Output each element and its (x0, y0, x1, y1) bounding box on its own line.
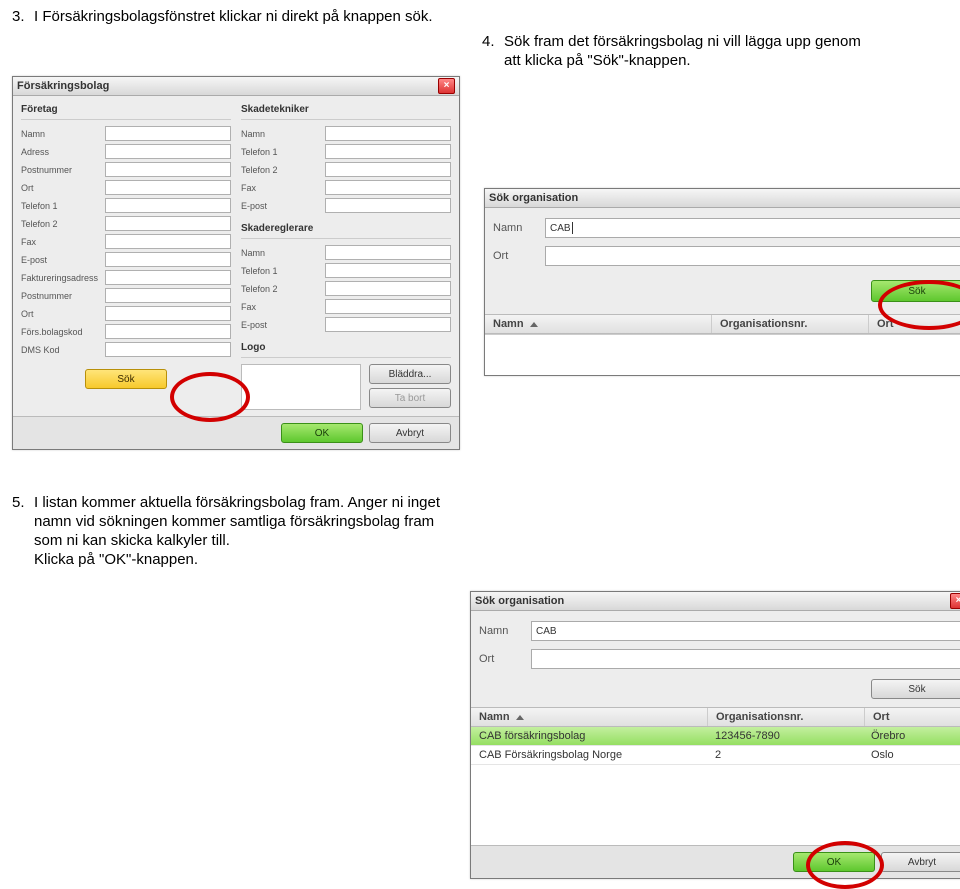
cell-org: 123456-7890 (707, 727, 863, 745)
window-sok-organisation-top: Sök organisation Namn CAB Ort Sök Namn O… (484, 188, 960, 376)
tabort-button[interactable]: Ta bort (369, 388, 451, 408)
reg-tel1-input[interactable] (325, 263, 451, 278)
win2-ort-label: Ort (493, 250, 539, 262)
col-namn[interactable]: Namn (485, 315, 712, 333)
group-right: Skadetekniker Namn Telefon 1 Telefon 2 F… (241, 102, 451, 410)
foretag-namn-input[interactable] (105, 126, 231, 141)
foretag-epost-input[interactable] (105, 252, 231, 267)
win1-title: Försäkringsbolag (17, 80, 109, 92)
cell-namn: CAB Försäkringsbolag Norge (471, 746, 707, 764)
win3-ort-label: Ort (479, 653, 525, 665)
cell-ort: Örebro (863, 727, 960, 745)
win3-sok-button[interactable]: Sök (871, 679, 960, 699)
window-forsakringsbolag: Försäkringsbolag × Företag Namn Adress P… (12, 76, 460, 450)
foretag-adress-input[interactable] (105, 144, 231, 159)
win2-namn-input[interactable]: CAB (545, 218, 960, 238)
cell-org: 2 (707, 746, 863, 764)
group-foretag: Företag Namn Adress Postnummer Ort Telef… (21, 102, 231, 410)
instruction-5: 5. I listan kommer aktuella försäkrings­… (12, 494, 452, 569)
win2-titlebar: Sök organisation (485, 189, 960, 208)
table-row[interactable]: CAB Försäkringsbolag Norge2Oslo (471, 746, 960, 765)
col-org[interactable]: Organisationsnr. (708, 708, 865, 726)
win1-titlebar: Försäkringsbolag × (13, 77, 459, 96)
foretag-postnr2-input[interactable] (105, 288, 231, 303)
logo-preview (241, 364, 361, 410)
instr4-num: 4. (482, 33, 504, 50)
tech-tel1-input[interactable] (325, 144, 451, 159)
tech-fax-input[interactable] (325, 180, 451, 195)
reg-epost-input[interactable] (325, 317, 451, 332)
win3-namn-input[interactable]: CAB (531, 621, 960, 641)
win3-titlebar: Sök organisation × (471, 592, 960, 611)
foretag-tel1-input[interactable] (105, 198, 231, 213)
tech-tel2-input[interactable] (325, 162, 451, 177)
skadetekniker-heading: Skadetekniker (241, 104, 451, 115)
reg-tel2-input[interactable] (325, 281, 451, 296)
win2-sok-button[interactable]: Sök (871, 280, 960, 302)
instruction-4: 4. Sök fram det försäkringsbolag ni vill… (482, 33, 948, 71)
win3-title: Sök organisation (475, 595, 564, 607)
win3-avbryt-button[interactable]: Avbryt (881, 852, 960, 872)
close-icon[interactable]: × (950, 593, 960, 609)
reg-namn-input[interactable] (325, 245, 451, 260)
instr5-num: 5. (12, 494, 34, 511)
win2-empty-results (485, 334, 960, 375)
win1-avbryt-button[interactable]: Avbryt (369, 423, 451, 443)
win3-results: CAB försäkringsbolag123456-7890ÖrebroCAB… (471, 727, 960, 765)
win1-ok-button[interactable]: OK (281, 423, 363, 443)
foretag-faktadr-input[interactable] (105, 270, 231, 285)
sort-asc-icon (530, 322, 538, 327)
col-ort[interactable]: Ort (869, 315, 960, 333)
win2-table-header: Namn Organisationsnr. Ort (485, 314, 960, 334)
foretag-postnr-input[interactable] (105, 162, 231, 177)
window-sok-organisation-results: Sök organisation × Namn CAB Ort Sök Namn… (470, 591, 960, 879)
foretag-dms-input[interactable] (105, 342, 231, 357)
instr4-text: Sök fram det försäkringsbolag ni vill lä… (504, 33, 874, 71)
win3-table-header: Namn Organisationsnr. Ort (471, 707, 960, 727)
col-org[interactable]: Organisationsnr. (712, 315, 869, 333)
win3-ort-input[interactable] (531, 649, 960, 669)
win2-title: Sök organisation (489, 192, 578, 204)
foretag-ort2-input[interactable] (105, 306, 231, 321)
tech-namn-input[interactable] (325, 126, 451, 141)
foretag-tel2-input[interactable] (105, 216, 231, 231)
close-icon[interactable]: × (438, 78, 455, 94)
logo-heading: Logo (241, 342, 451, 353)
cell-namn: CAB försäkringsbolag (471, 727, 707, 745)
col-namn[interactable]: Namn (471, 708, 708, 726)
tech-epost-input[interactable] (325, 198, 451, 213)
win2-namn-label: Namn (493, 222, 539, 234)
sort-asc-icon (516, 715, 524, 720)
cell-ort: Oslo (863, 746, 960, 764)
win2-ort-input[interactable] (545, 246, 960, 266)
bladdra-button[interactable]: Bläddra... (369, 364, 451, 384)
instr3-num: 3. (12, 8, 34, 25)
col-ort[interactable]: Ort (865, 708, 960, 726)
instr5-text: I listan kommer aktuella försäkrings­bol… (34, 494, 452, 569)
instruction-3: 3. I Försäkringsbolagsfönstret klickar n… (12, 8, 948, 27)
foretag-heading: Företag (21, 104, 231, 115)
instr3-text: I Försäkringsbolagsfönstret klickar ni d… (34, 8, 433, 27)
foretag-ort-input[interactable] (105, 180, 231, 195)
foretag-bkod-input[interactable] (105, 324, 231, 339)
skadereglerare-heading: Skadereglerare (241, 223, 451, 234)
win3-ok-button[interactable]: OK (793, 852, 875, 872)
win3-namn-label: Namn (479, 625, 525, 637)
sok-button[interactable]: Sök (85, 369, 167, 389)
table-row[interactable]: CAB försäkringsbolag123456-7890Örebro (471, 727, 960, 746)
reg-fax-input[interactable] (325, 299, 451, 314)
foretag-fax-input[interactable] (105, 234, 231, 249)
